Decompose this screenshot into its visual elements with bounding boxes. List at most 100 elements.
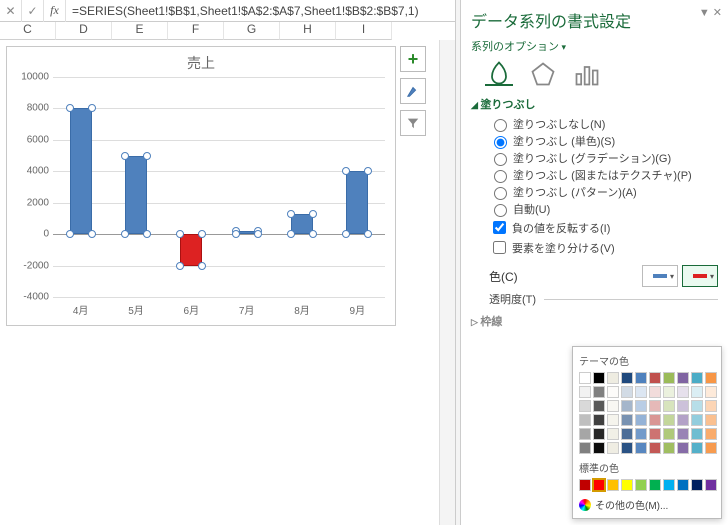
color-swatch[interactable]	[649, 386, 661, 398]
color-swatch[interactable]	[593, 479, 605, 491]
selection-handle[interactable]	[88, 230, 96, 238]
color-swatch[interactable]	[579, 386, 591, 398]
color-swatch[interactable]	[677, 400, 689, 412]
color-swatch[interactable]	[579, 479, 591, 491]
color-swatch[interactable]	[635, 442, 647, 454]
cancel-icon[interactable]: ✕	[0, 0, 22, 22]
color-swatch[interactable]	[621, 442, 633, 454]
color-swatch[interactable]	[593, 428, 605, 440]
color-swatch[interactable]	[691, 372, 703, 384]
color-swatch[interactable]	[705, 428, 717, 440]
color-swatch[interactable]	[663, 479, 675, 491]
selection-handle[interactable]	[309, 230, 317, 238]
color-swatch[interactable]	[593, 386, 605, 398]
color-swatch[interactable]	[705, 414, 717, 426]
color-swatch[interactable]	[635, 428, 647, 440]
selection-handle[interactable]	[176, 262, 184, 270]
selection-handle[interactable]	[198, 262, 206, 270]
selection-handle[interactable]	[342, 230, 350, 238]
selection-handle[interactable]	[121, 230, 129, 238]
color-swatch[interactable]	[677, 386, 689, 398]
color-swatch[interactable]	[677, 479, 689, 491]
color-swatch[interactable]	[691, 414, 703, 426]
worksheet[interactable]: C D E F G H I 売上 1000080006000400020000-…	[0, 22, 455, 525]
fill-color-button[interactable]	[642, 265, 678, 287]
fill-auto-radio[interactable]: 自動(U)	[489, 201, 718, 217]
color-swatch[interactable]	[691, 442, 703, 454]
selection-handle[interactable]	[66, 230, 74, 238]
color-swatch[interactable]	[635, 386, 647, 398]
color-swatch[interactable]	[663, 386, 675, 398]
color-swatch[interactable]	[607, 479, 619, 491]
col-header[interactable]: G	[224, 22, 280, 40]
color-swatch[interactable]	[621, 479, 633, 491]
vertical-scrollbar[interactable]	[439, 40, 455, 525]
color-swatch[interactable]	[593, 442, 605, 454]
chart-bar[interactable]	[180, 234, 202, 265]
chart-bar[interactable]	[346, 171, 368, 234]
chart-bar[interactable]	[125, 156, 147, 235]
fx-icon[interactable]: fx	[44, 0, 66, 22]
col-header[interactable]: F	[168, 22, 224, 40]
selection-handle[interactable]	[143, 230, 151, 238]
selection-handle[interactable]	[364, 230, 372, 238]
selection-handle[interactable]	[364, 167, 372, 175]
col-header[interactable]: E	[112, 22, 168, 40]
color-swatch[interactable]	[663, 442, 675, 454]
color-swatch[interactable]	[621, 386, 633, 398]
color-swatch[interactable]	[649, 400, 661, 412]
color-swatch[interactable]	[579, 400, 591, 412]
color-swatch[interactable]	[579, 442, 591, 454]
color-swatch[interactable]	[649, 414, 661, 426]
color-swatch[interactable]	[663, 428, 675, 440]
color-swatch[interactable]	[649, 442, 661, 454]
selection-handle[interactable]	[287, 210, 295, 218]
selection-handle[interactable]	[143, 152, 151, 160]
effects-tab-icon[interactable]	[529, 62, 557, 86]
color-swatch[interactable]	[663, 400, 675, 412]
selection-handle[interactable]	[254, 230, 262, 238]
color-swatch[interactable]	[621, 414, 633, 426]
negative-fill-color-button[interactable]	[682, 265, 718, 287]
color-swatch[interactable]	[677, 414, 689, 426]
transparency-slider[interactable]	[544, 299, 718, 300]
chart-bar[interactable]	[70, 108, 92, 234]
chart-title[interactable]: 売上	[7, 47, 395, 75]
color-swatch[interactable]	[677, 428, 689, 440]
selection-handle[interactable]	[88, 104, 96, 112]
color-swatch[interactable]	[663, 372, 675, 384]
color-swatch[interactable]	[621, 372, 633, 384]
chart-object[interactable]: 売上 1000080006000400020000-2000-40004月5月6…	[6, 46, 396, 326]
color-swatch[interactable]	[635, 479, 647, 491]
color-swatch[interactable]	[607, 414, 619, 426]
color-swatch[interactable]	[635, 372, 647, 384]
confirm-icon[interactable]: ✓	[22, 0, 44, 22]
color-swatch[interactable]	[607, 400, 619, 412]
color-swatch[interactable]	[663, 414, 675, 426]
color-swatch[interactable]	[691, 386, 703, 398]
color-swatch[interactable]	[593, 400, 605, 412]
fill-section-header[interactable]: 塗りつぶし	[471, 96, 718, 112]
color-swatch[interactable]	[677, 372, 689, 384]
color-swatch[interactable]	[635, 400, 647, 412]
vary-by-point-check[interactable]: 要素を塗り分ける(V)	[489, 238, 718, 257]
fill-texture-radio[interactable]: 塗りつぶし (図またはテクスチャ)(P)	[489, 167, 718, 183]
color-swatch[interactable]	[705, 372, 717, 384]
color-swatch[interactable]	[607, 386, 619, 398]
color-swatch[interactable]	[705, 442, 717, 454]
fill-gradient-radio[interactable]: 塗りつぶし (グラデーション)(G)	[489, 150, 718, 166]
formula-text[interactable]: =SERIES(Sheet1!$B$1,Sheet1!$A$2:$A$7,She…	[66, 4, 419, 18]
color-swatch[interactable]	[691, 428, 703, 440]
color-swatch[interactable]	[607, 442, 619, 454]
color-swatch[interactable]	[691, 400, 703, 412]
border-section-header[interactable]: 枠線	[471, 313, 718, 329]
fill-solid-radio[interactable]: 塗りつぶし (単色)(S)	[489, 133, 718, 149]
invert-negative-check[interactable]: 負の値を反転する(I)	[489, 218, 718, 237]
selection-handle[interactable]	[309, 210, 317, 218]
selection-handle[interactable]	[121, 152, 129, 160]
selection-handle[interactable]	[176, 230, 184, 238]
more-colors-button[interactable]: その他の色(M)...	[579, 497, 715, 512]
chart-elements-button[interactable]: +	[400, 46, 426, 72]
color-swatch[interactable]	[705, 386, 717, 398]
color-swatch[interactable]	[635, 414, 647, 426]
